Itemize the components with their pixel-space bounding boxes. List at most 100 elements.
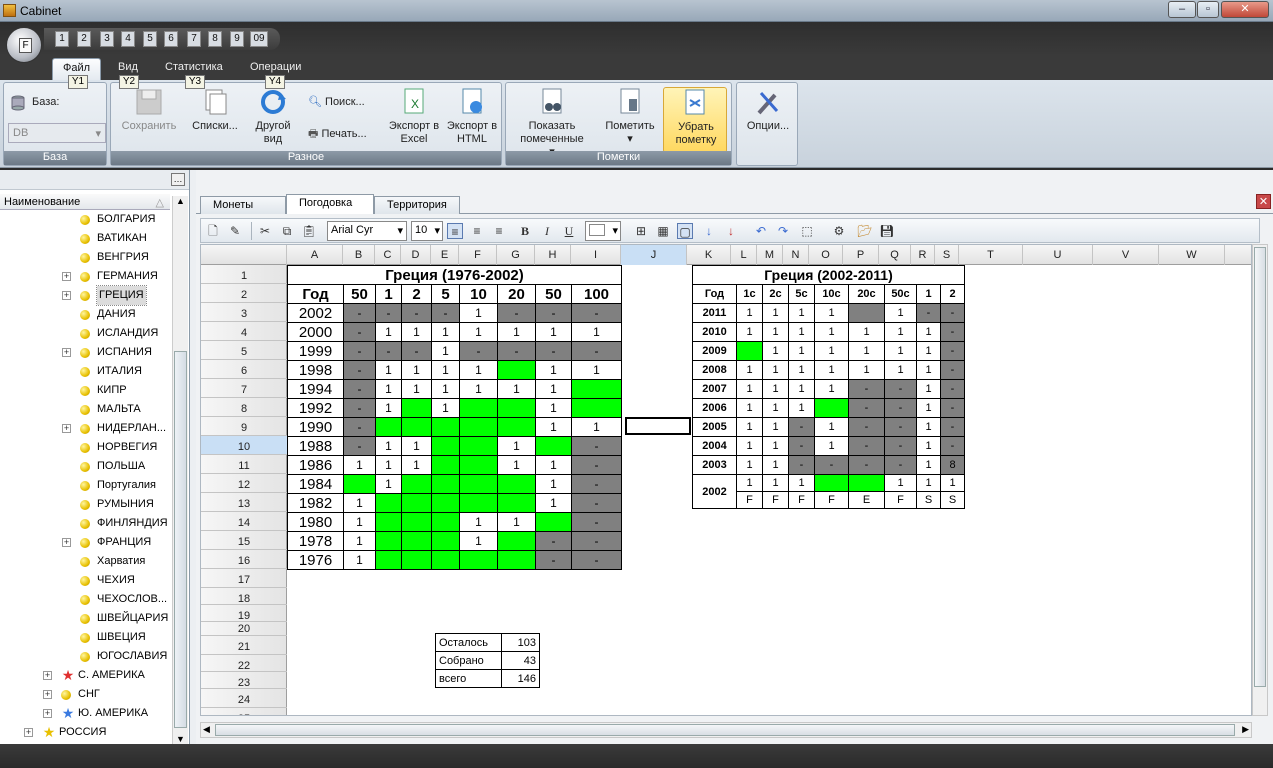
coin-cell[interactable]: - [497,341,536,361]
year-cell[interactable]: 1999 [287,341,344,361]
column-header[interactable]: M [757,245,783,265]
coin-cell[interactable] [848,303,885,323]
mark-button[interactable]: Пометить ▾ [600,87,660,146]
qat-button-1[interactable]: 1 [55,31,69,47]
tab-statistics[interactable]: Статистика [165,61,223,73]
coin-cell[interactable]: 1 [497,322,536,342]
tree-item[interactable]: + ГРЕЦИЯ [0,285,172,306]
expand-icon[interactable]: + [43,690,52,699]
row-header[interactable]: 8 [201,398,287,417]
coin-cell[interactable]: 1 [788,474,815,492]
coin-cell[interactable]: - [343,303,376,323]
year-cell[interactable]: 2006 [692,398,737,418]
coin-cell[interactable]: 1 [916,398,941,418]
coin-cell[interactable]: 1 [535,455,572,475]
coin-cell[interactable]: - [431,303,460,323]
coin-cell[interactable]: 1 [401,379,432,399]
tree-item[interactable]: + ★ С. АМЕРИКА [0,666,172,685]
column-header[interactable]: H [535,245,571,265]
qat-button-2[interactable]: 2 [77,31,91,47]
coin-cell[interactable]: 1 [736,417,763,437]
save-icon[interactable]: 💾︎ [879,223,895,239]
coin-cell[interactable]: 1 [762,398,789,418]
coin-cell[interactable]: 1 [535,474,572,494]
coin-cell[interactable]: 1 [762,360,789,380]
mint-mark-cell[interactable]: F [884,491,917,509]
export-html-button[interactable]: Экспорт в HTML [445,87,499,146]
coin-cell[interactable]: - [940,322,965,342]
coin-cell[interactable]: - [535,341,572,361]
coin-cell[interactable] [814,398,849,418]
tree-item[interactable]: КИПР [0,381,172,400]
coin-cell[interactable] [431,474,460,494]
coin-cell[interactable]: 1 [788,360,815,380]
expand-icon[interactable]: + [24,728,33,737]
coin-cell[interactable]: 1 [736,398,763,418]
year-cell[interactable]: 2002 [287,303,344,323]
coin-cell[interactable]: - [940,379,965,399]
coin-cell[interactable]: 1 [401,436,432,456]
coin-cell[interactable]: 1 [401,360,432,380]
coin-cell[interactable]: 1 [788,303,815,323]
coin-cell[interactable]: 1 [814,322,849,342]
coin-cell[interactable]: 1 [916,322,941,342]
tree-item[interactable]: Харватия [0,552,172,571]
coin-cell[interactable]: 1 [884,474,917,492]
color-select[interactable]: ▾ [585,221,621,241]
more-options-button[interactable]: … [171,173,185,186]
show-marked-button[interactable]: Показать помеченные ▾ [512,87,592,159]
coin-cell[interactable]: 1 [459,379,498,399]
coin-cell[interactable] [401,474,432,494]
coin-cell[interactable]: 1 [375,379,402,399]
spreadsheet[interactable]: ABCDEFGHIJKLMNOPQRSTUVW 1 2 3 4 5 6 7 8 9 10 11 12 1… [200,244,1252,716]
coin-cell[interactable]: 1 [459,512,498,532]
coin-cell[interactable]: - [788,436,815,456]
coin-cell[interactable]: 1 [736,474,763,492]
coin-cell[interactable]: - [535,550,572,570]
column-header[interactable]: J [621,245,687,265]
mint-mark-cell[interactable]: F [762,491,789,509]
new-doc-icon[interactable]: 🗋︎ [205,223,221,239]
coin-cell[interactable]: 1 [762,379,789,399]
coin-cell[interactable]: 1 [571,360,622,380]
coin-cell[interactable]: 1 [736,436,763,456]
coin-cell[interactable]: 1 [535,379,572,399]
coin-cell[interactable]: - [848,436,885,456]
coin-cell[interactable]: - [571,474,622,494]
tree-item[interactable]: ШВЕЦИЯ [0,628,172,647]
tree-item[interactable]: + СНГ [0,685,172,704]
coin-cell[interactable] [497,417,536,437]
coin-cell[interactable]: - [814,455,849,475]
coin-cell[interactable] [459,455,498,475]
row-header[interactable]: 5 [201,341,287,360]
qat-button-6[interactable]: 6 [164,31,178,47]
undo-icon[interactable]: ↶ [753,223,769,239]
coin-cell[interactable]: - [884,455,917,475]
coin-cell[interactable]: 1 [535,398,572,418]
coin-cell[interactable] [431,531,460,551]
coin-cell[interactable]: - [571,512,622,532]
coin-cell[interactable] [375,417,402,437]
coin-cell[interactable] [535,512,572,532]
qat-button-9[interactable]: 9 [230,31,244,47]
coin-cell[interactable]: 1 [916,360,941,380]
tree-item[interactable]: ЧЕХОСЛОВ... [0,590,172,609]
column-header[interactable]: V [1093,245,1159,265]
tree-item[interactable]: + ★ Ю. АМЕРИКА [0,704,172,723]
coin-cell[interactable]: 1 [736,360,763,380]
row-header[interactable]: 3 [201,303,287,322]
cut-icon[interactable]: ✂ [257,223,273,239]
year-cell[interactable]: 2010 [692,322,737,342]
tree-item[interactable]: МАЛЬТА [0,400,172,419]
coin-cell[interactable]: 1 [762,417,789,437]
coin-cell[interactable]: 1 [343,512,376,532]
coin-cell[interactable]: 1 [535,360,572,380]
coin-cell[interactable]: 1 [431,360,460,380]
align-center-icon[interactable]: ≡ [469,223,485,239]
coin-cell[interactable] [401,493,432,513]
coin-cell[interactable]: 1 [788,398,815,418]
column-header[interactable]: E [431,245,459,265]
active-cell-j10[interactable] [625,417,691,435]
coin-cell[interactable] [459,493,498,513]
coin-cell[interactable] [431,512,460,532]
